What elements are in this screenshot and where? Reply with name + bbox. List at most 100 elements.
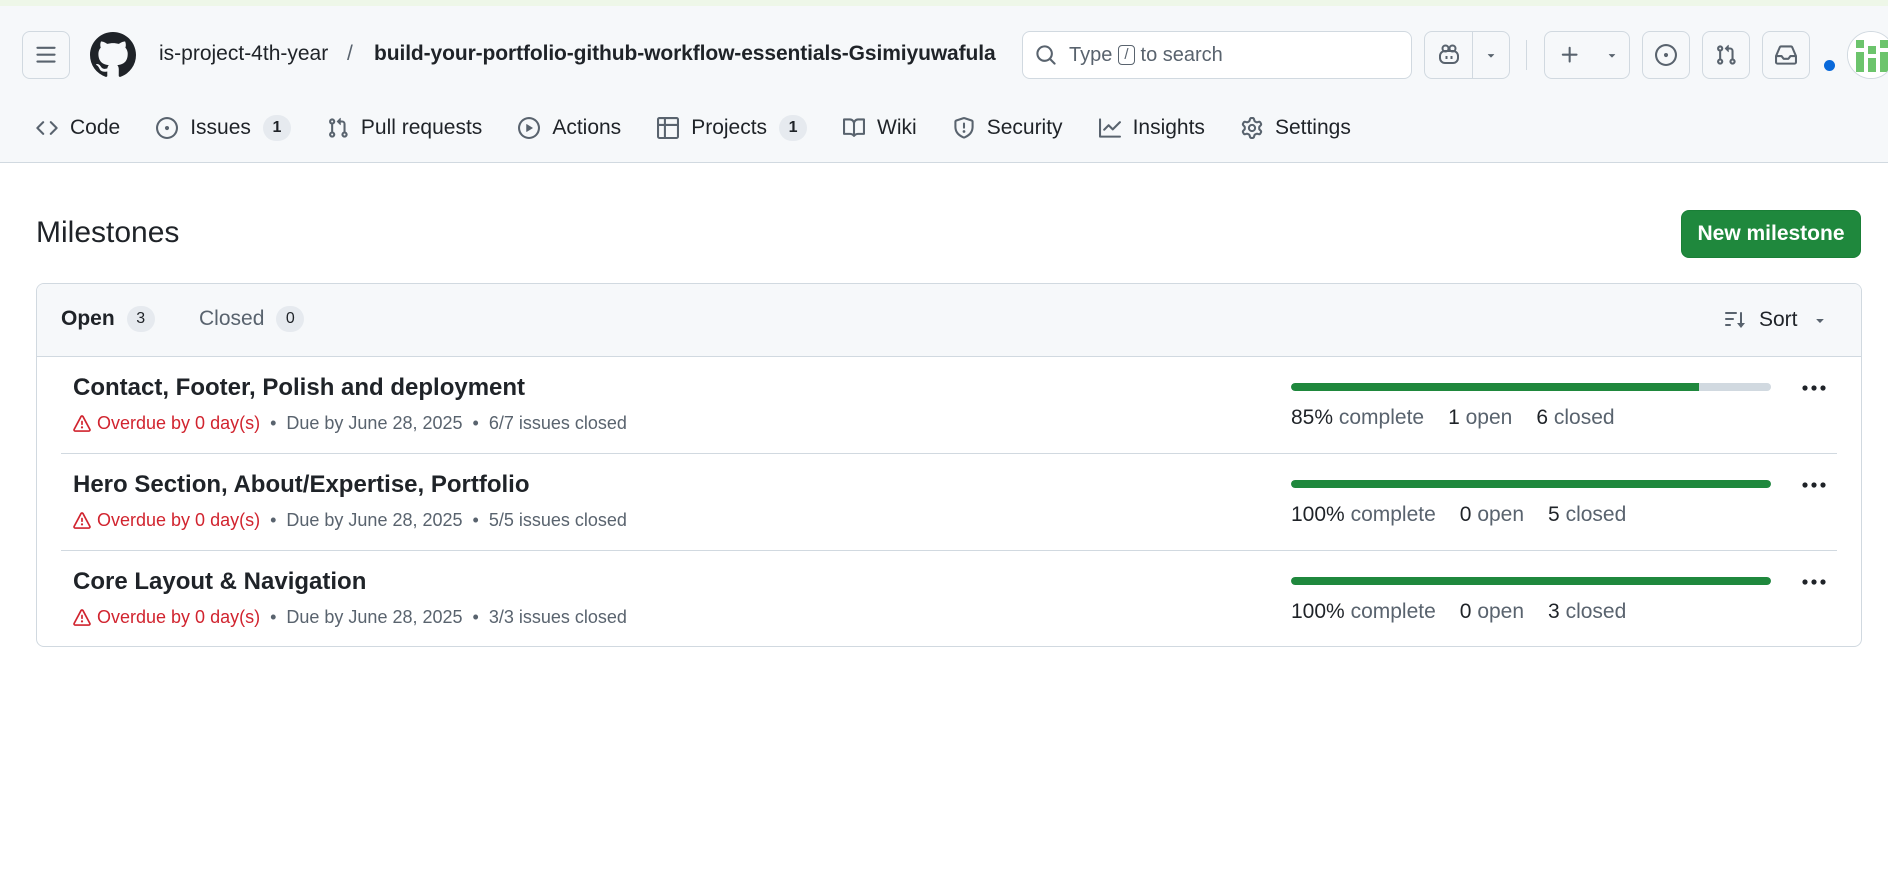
avatar[interactable] <box>1847 31 1888 79</box>
search-icon <box>1035 44 1057 66</box>
tab-insights[interactable]: Insights <box>1098 108 1205 148</box>
kebab-horizontal-icon <box>1801 379 1827 397</box>
progress-fill <box>1291 480 1771 488</box>
milestone-title[interactable]: Hero Section, About/Expertise, Portfolio <box>73 471 530 499</box>
kebab-horizontal-icon <box>1801 476 1827 494</box>
git-pull-request-icon <box>1715 44 1737 66</box>
open-counter: 3 <box>126 306 155 332</box>
repo-nav-tabs: Code Issues 1 Pull requests Actions Proj… <box>36 108 1387 148</box>
complete-label: complete <box>1350 600 1436 623</box>
open-issues-link[interactable]: 0 open <box>1460 503 1524 527</box>
open-label: open <box>1465 406 1513 429</box>
closed-filter-label: Closed <box>199 307 265 330</box>
milestone-stats: 100% complete 0 open 3 closed <box>1291 600 1650 624</box>
divider <box>1526 40 1527 70</box>
new-milestone-button[interactable]: New milestone <box>1681 210 1861 258</box>
menu-button[interactable] <box>22 31 70 79</box>
closed-count: 5 <box>1548 503 1560 526</box>
progress-fill <box>1291 383 1699 391</box>
open-label: open <box>1477 503 1525 526</box>
global-bar: is-project-4th-year / build-your-portfol… <box>22 30 1888 80</box>
closed-issues-link[interactable]: 5 closed <box>1548 503 1626 527</box>
tab-security[interactable]: Security <box>953 108 1063 148</box>
issues-counter: 1 <box>262 115 291 141</box>
bullet-separator: • <box>270 413 277 433</box>
issues-closed: 5/5 issues closed <box>488 510 627 530</box>
overdue-text: Overdue by 0 day(s) <box>97 607 261 627</box>
bullet-separator: • <box>270 510 277 530</box>
milestone-stats: 85% complete 1 open 6 closed <box>1291 406 1639 430</box>
tab-settings[interactable]: Settings <box>1241 108 1351 148</box>
milestone-meta: Overdue by 0 day(s) • Due by June 28, 20… <box>73 607 627 628</box>
github-logo-icon[interactable] <box>90 32 136 78</box>
tab-insights-label: Insights <box>1132 116 1205 139</box>
triangle-down-icon <box>1484 48 1498 62</box>
create-dropdown[interactable] <box>1595 32 1629 78</box>
closed-issues-link[interactable]: 3 closed <box>1548 600 1626 624</box>
play-icon <box>518 117 552 139</box>
milestones-list: Open 3 Closed 0 Sort Contact, Footer, Po… <box>36 283 1862 647</box>
open-count: 1 <box>1448 406 1460 429</box>
projects-counter: 1 <box>779 115 808 141</box>
closed-label: closed <box>1565 600 1627 623</box>
search-placeholder-suffix: to search <box>1140 43 1223 66</box>
breadcrumb-owner[interactable]: is-project-4th-year <box>159 42 328 66</box>
overdue-status: Overdue by 0 day(s) <box>73 607 260 628</box>
progress-bar <box>1291 383 1771 391</box>
copilot-dropdown[interactable] <box>1473 32 1509 78</box>
closed-label: closed <box>1553 406 1615 429</box>
alert-icon <box>73 414 97 433</box>
closed-issues-link[interactable]: 6 closed <box>1536 406 1614 430</box>
overdue-status: Overdue by 0 day(s) <box>73 413 260 434</box>
tab-pull-requests-label: Pull requests <box>360 116 483 139</box>
gear-icon <box>1241 117 1275 139</box>
bullet-separator: • <box>270 607 277 627</box>
milestone-row: Core Layout & Navigation Overdue by 0 da… <box>61 551 1837 646</box>
search-input[interactable]: Type / to search <box>1022 31 1412 79</box>
tab-wiki[interactable]: Wiki <box>843 108 917 148</box>
tab-issues[interactable]: Issues 1 <box>156 108 291 148</box>
milestone-title[interactable]: Core Layout & Navigation <box>73 568 366 596</box>
search-placeholder-prefix: Type <box>1069 43 1113 66</box>
open-issues-link[interactable]: 1 open <box>1448 406 1512 430</box>
create-new-button[interactable] <box>1545 32 1595 78</box>
open-filter[interactable]: Open 3 <box>61 306 155 332</box>
open-filter-label: Open <box>61 307 115 330</box>
page-title: Milestones <box>36 216 180 249</box>
issues-button[interactable] <box>1642 31 1690 79</box>
milestone-meta: Overdue by 0 day(s) • Due by June 28, 20… <box>73 413 627 434</box>
percent-complete: 100% <box>1291 503 1345 526</box>
closed-filter[interactable]: Closed 0 <box>199 306 305 332</box>
notification-dot <box>1824 60 1835 71</box>
inbox-button[interactable] <box>1762 31 1810 79</box>
due-date: Due by June 28, 2025 <box>286 413 463 433</box>
sort-dropdown[interactable]: Sort <box>1723 308 1828 332</box>
issue-opened-icon <box>1655 44 1677 66</box>
more-options-button[interactable] <box>1801 379 1827 397</box>
tab-wiki-label: Wiki <box>877 116 917 139</box>
closed-count: 6 <box>1536 406 1549 429</box>
more-options-button[interactable] <box>1801 573 1827 591</box>
open-count: 0 <box>1459 600 1472 623</box>
sort-desc-icon <box>1723 309 1747 331</box>
alert-icon <box>73 608 97 627</box>
tab-projects[interactable]: Projects 1 <box>657 108 808 148</box>
copilot-button[interactable] <box>1425 32 1473 78</box>
tab-code[interactable]: Code <box>36 108 120 148</box>
tab-pull-requests[interactable]: Pull requests <box>327 108 482 148</box>
overdue-text: Overdue by 0 day(s) <box>97 413 261 433</box>
overdue-text: Overdue by 0 day(s) <box>97 510 261 530</box>
more-options-button[interactable] <box>1801 476 1827 494</box>
plus-icon <box>1559 44 1581 66</box>
copilot-icon <box>1437 44 1461 66</box>
tab-security-label: Security <box>986 116 1063 139</box>
triangle-down-icon <box>1605 48 1619 62</box>
open-issues-link[interactable]: 0 open <box>1460 600 1524 624</box>
pull-requests-button[interactable] <box>1702 31 1750 79</box>
complete-label: complete <box>1350 503 1436 526</box>
breadcrumb-repo[interactable]: build-your-portfolio-github-workflow-ess… <box>374 42 996 66</box>
table-icon <box>657 117 691 139</box>
tab-actions[interactable]: Actions <box>518 108 621 148</box>
milestone-title[interactable]: Contact, Footer, Polish and deployment <box>73 374 525 402</box>
tab-actions-label: Actions <box>552 116 622 139</box>
